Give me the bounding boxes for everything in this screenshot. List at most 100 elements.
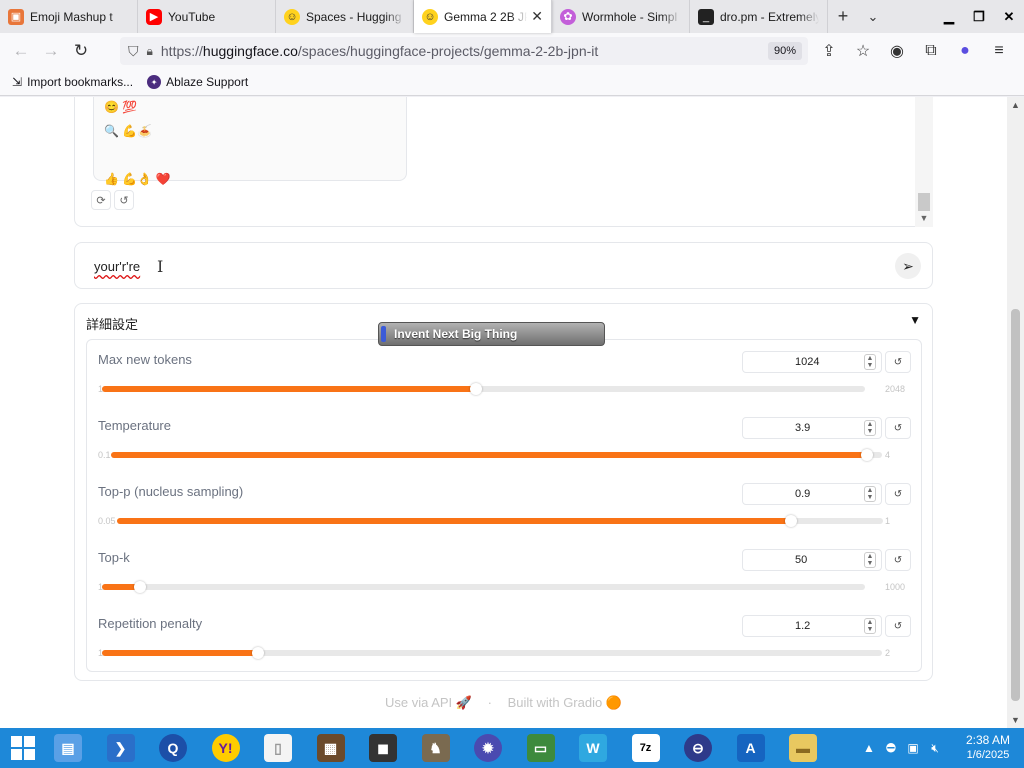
shield-icon[interactable]: ⛉ (128, 43, 139, 60)
reload-icon[interactable]: ↻ (66, 36, 96, 66)
page-scrollbar-thumb[interactable] (1011, 309, 1020, 701)
back-icon[interactable]: ← (6, 36, 36, 66)
minimize-icon[interactable]: ▁ (934, 0, 964, 33)
reset-icon[interactable]: ↺ (885, 615, 911, 637)
bookmark-star-icon[interactable]: ☆ (846, 36, 880, 66)
extensions-icon[interactable]: ⧉ (914, 36, 948, 66)
tab-gemma[interactable]: ☺ Gemma 2 2B JP ✕ (414, 0, 552, 33)
tray-expand-icon[interactable]: ▲ (858, 741, 880, 755)
spinner-icon[interactable]: ▲ ▼ (864, 420, 876, 436)
tray-app-icon[interactable]: ⛔︎ (880, 741, 902, 756)
file-explorer-icon[interactable]: ▤ (46, 730, 90, 766)
slider-number-input[interactable]: 3.9 ▲ ▼ (742, 417, 882, 439)
reset-icon[interactable]: ↺ (885, 483, 911, 505)
slider-row: Top-k 50 ▲ ▼ ↺ 1 1000 (87, 538, 923, 604)
spinner-icon[interactable]: ▲ ▼ (864, 618, 876, 634)
restore-icon[interactable]: ❐ (964, 0, 994, 33)
bookmark-import[interactable]: ⇲ Import bookmarks... (12, 75, 133, 89)
slider-number-input[interactable]: 1024 ▲ ▼ (742, 351, 882, 373)
slider-handle[interactable] (785, 515, 798, 527)
slider-track[interactable] (102, 383, 865, 395)
account-icon[interactable]: ◉ (880, 36, 914, 66)
url-bar[interactable]: ⛉ 🔒︎ https://huggingface.co/spaces/huggi… (120, 37, 808, 65)
page-scrollbar[interactable]: ▲ ▼ (1007, 97, 1024, 728)
tab-emoji-mashup[interactable]: ▣ Emoji Mashup t (0, 0, 138, 33)
reset-icon[interactable]: ↺ (885, 351, 911, 373)
gimp-icon[interactable]: ♞ (414, 730, 458, 766)
quicktime-icon[interactable]: Q (151, 730, 195, 766)
chat-message-bubble: 😊 💯 🔍 💪🍝 👍 💪👌 ❤️ (93, 97, 407, 186)
chevron-down-icon[interactable]: ⌄ (858, 0, 888, 33)
slider-handle[interactable] (860, 449, 873, 461)
slider-label: Temperature (98, 418, 171, 433)
chat-scrollbar[interactable]: ▼ (915, 97, 933, 227)
forward-icon[interactable]: → (36, 36, 66, 66)
powershell-icon[interactable]: ❯ (99, 730, 143, 766)
slider-track[interactable] (117, 515, 883, 527)
close-window-icon[interactable]: ✕ (994, 0, 1024, 33)
slider-track[interactable] (111, 449, 882, 461)
url-prefix: https:// (160, 43, 203, 59)
send-icon[interactable]: ➢ (895, 253, 921, 279)
slider-track[interactable] (102, 647, 882, 659)
bookmark-label: Import bookmarks... (27, 75, 134, 89)
reset-icon[interactable]: ↺ (885, 417, 911, 439)
slider-handle[interactable] (469, 383, 482, 395)
spinner-icon[interactable]: ▲ ▼ (864, 486, 876, 502)
spinner-icon[interactable]: ▲ ▼ (864, 354, 876, 370)
volume-muted-icon[interactable]: 🔇︎ (924, 741, 946, 756)
minecraft-icon[interactable]: ▦ (309, 730, 353, 766)
spinner-icon[interactable]: ▲ ▼ (864, 552, 876, 568)
advanced-settings-title[interactable]: 詳細設定 (86, 314, 138, 333)
collapse-triangle-icon[interactable]: ▼ (909, 313, 921, 327)
wix-icon[interactable]: W (571, 730, 615, 766)
arc-icon[interactable]: A (729, 730, 773, 766)
chat-scrollbar-thumb[interactable] (918, 193, 930, 211)
media-icon[interactable]: ◼ (361, 730, 405, 766)
virus-icon[interactable]: ✹ (466, 730, 510, 766)
ablaze-icon[interactable]: ⊖ (676, 730, 720, 766)
chat-actions: ⟳ ↺ (91, 190, 137, 210)
profile-icon[interactable]: ● (948, 36, 982, 66)
retry-icon[interactable]: ⟳ (91, 190, 111, 210)
scroll-down-icon[interactable]: ▼ (915, 211, 933, 225)
scroll-down-icon[interactable]: ▼ (1007, 712, 1024, 728)
slider-number-input[interactable]: 0.9 ▲ ▼ (742, 483, 882, 505)
slider-handle[interactable] (134, 581, 147, 593)
slider-max: 2048 (885, 384, 906, 394)
tab-youtube[interactable]: ▶ YouTube (138, 0, 276, 33)
lock-icon[interactable]: 🔒︎ (147, 44, 153, 59)
use-via-api-link[interactable]: Use via API 🚀 (385, 695, 472, 710)
import-icon: ⇲ (12, 75, 23, 89)
start-button[interactable] (0, 728, 46, 768)
tab-spaces[interactable]: ☺ Spaces - Hugging (276, 0, 414, 33)
slider-min: 0.05 (98, 516, 116, 526)
clock[interactable]: 2:38 AM 1/6/2025 (952, 733, 1024, 763)
close-tab-icon[interactable]: ✕ (531, 8, 543, 25)
slider-number-input[interactable]: 1.2 ▲ ▼ (742, 615, 882, 637)
reset-icon[interactable]: ↺ (885, 549, 911, 571)
message-input[interactable]: your'r're (94, 259, 140, 274)
7zip-icon[interactable]: 7z (624, 730, 668, 766)
built-with-gradio-link[interactable]: Built with Gradio 🟠 (508, 695, 622, 710)
scroll-up-icon[interactable]: ▲ (1007, 97, 1024, 113)
slider-row: Top-p (nucleus sampling) 0.9 ▲ ▼ ↺ 0.05 1 (87, 472, 923, 538)
new-tab-icon[interactable]: + (828, 0, 858, 33)
menu-icon[interactable]: ≡ (982, 36, 1016, 66)
computer-icon[interactable]: ▭ (519, 730, 563, 766)
slider-handle[interactable] (252, 647, 264, 659)
slider-number-input[interactable]: 50 ▲ ▼ (742, 549, 882, 571)
yahoo-messenger-icon[interactable]: Y! (204, 730, 248, 766)
share-icon[interactable]: ⇪ (812, 36, 846, 66)
tab-wormhole[interactable]: ✿ Wormhole - Simpl (552, 0, 690, 33)
folder-icon[interactable]: ▬ (781, 730, 825, 766)
slider-track[interactable] (102, 581, 865, 593)
undo-icon[interactable]: ↺ (114, 190, 134, 210)
network-icon[interactable]: ▣ (902, 741, 924, 755)
bookmark-ablaze[interactable]: ✦ Ablaze Support (147, 75, 248, 89)
zoom-badge[interactable]: 90% (767, 42, 802, 60)
slider-row: Repetition penalty 1.2 ▲ ▼ ↺ 1 2 (87, 604, 923, 670)
overlay-banner[interactable]: Invent Next Big Thing (378, 322, 605, 346)
blank-file-icon[interactable]: ▯ (256, 730, 300, 766)
tab-dropm[interactable]: _ dro.pm - Extremely (690, 0, 828, 33)
